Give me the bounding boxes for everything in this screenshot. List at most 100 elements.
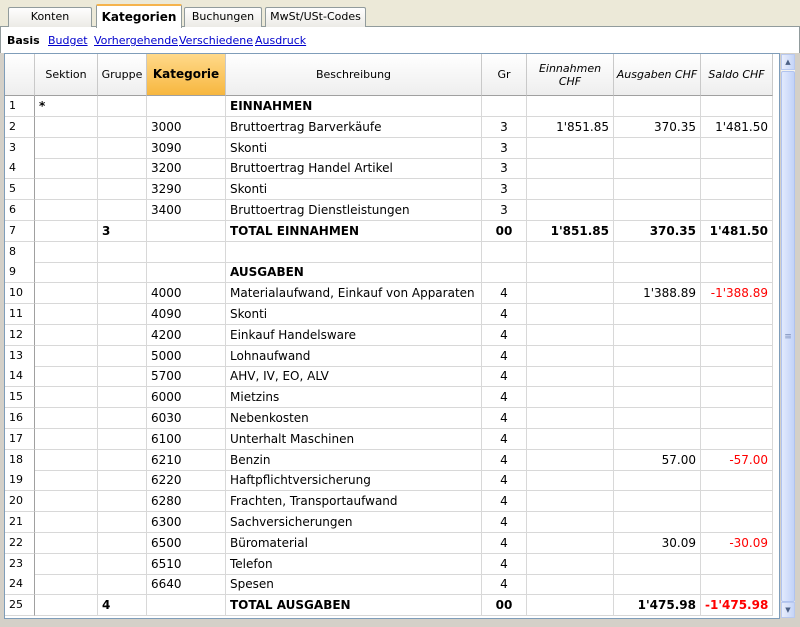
cell-einnahmen[interactable] bbox=[527, 96, 614, 117]
cell-saldo[interactable]: 1'481.50 bbox=[701, 220, 773, 242]
cell-saldo[interactable]: 1'481.50 bbox=[701, 116, 773, 138]
cell-gruppe[interactable] bbox=[98, 574, 147, 596]
header-rownum[interactable] bbox=[5, 54, 35, 96]
row-number[interactable]: 23 bbox=[5, 553, 35, 575]
tab-kategorien[interactable]: Kategorien bbox=[96, 4, 182, 28]
cell-beschreibung[interactable]: Telefon bbox=[226, 553, 482, 575]
cell-saldo[interactable] bbox=[701, 304, 773, 325]
cell-gruppe[interactable] bbox=[98, 449, 147, 471]
cell-ausgaben[interactable] bbox=[614, 428, 701, 450]
scroll-down-icon[interactable]: ▼ bbox=[781, 602, 795, 618]
cell-gr[interactable]: 4 bbox=[482, 387, 527, 409]
cell-ausgaben[interactable] bbox=[614, 200, 701, 221]
cell-sektion[interactable] bbox=[35, 470, 98, 492]
cell-gruppe[interactable] bbox=[98, 470, 147, 492]
cell-ausgaben[interactable]: 370.35 bbox=[614, 116, 701, 138]
cell-gruppe[interactable] bbox=[98, 345, 147, 367]
cell-ausgaben[interactable]: 57.00 bbox=[614, 449, 701, 471]
header-gruppe[interactable]: Gruppe bbox=[98, 54, 147, 96]
cell-kategorie[interactable]: 6100 bbox=[147, 428, 226, 450]
row-number[interactable]: 18 bbox=[5, 449, 35, 471]
cell-gr[interactable]: 4 bbox=[482, 428, 527, 450]
cell-ausgaben[interactable] bbox=[614, 491, 701, 513]
header-kategorie[interactable]: Kategorie bbox=[147, 54, 226, 96]
row-number[interactable]: 1 bbox=[5, 96, 35, 117]
cell-gr[interactable]: 4 bbox=[482, 512, 527, 533]
cell-kategorie[interactable]: 3200 bbox=[147, 158, 226, 180]
cell-gruppe[interactable] bbox=[98, 179, 147, 201]
cell-kategorie[interactable]: 3090 bbox=[147, 137, 226, 159]
cell-ausgaben[interactable]: 1'388.89 bbox=[614, 283, 701, 305]
cell-gr[interactable]: 4 bbox=[482, 345, 527, 367]
cell-beschreibung[interactable]: Lohnaufwand bbox=[226, 345, 482, 367]
cell-sektion[interactable] bbox=[35, 491, 98, 513]
cell-sektion[interactable] bbox=[35, 553, 98, 575]
row-number[interactable]: 4 bbox=[5, 158, 35, 180]
cell-kategorie[interactable]: 5700 bbox=[147, 366, 226, 388]
cell-kategorie[interactable]: 6640 bbox=[147, 574, 226, 596]
row-number[interactable]: 5 bbox=[5, 179, 35, 201]
cell-beschreibung[interactable]: Skonti bbox=[226, 137, 482, 159]
cell-gruppe[interactable] bbox=[98, 200, 147, 221]
cell-ausgaben[interactable] bbox=[614, 345, 701, 367]
cell-beschreibung[interactable]: AHV, IV, EO, ALV bbox=[226, 366, 482, 388]
cell-einnahmen[interactable] bbox=[527, 387, 614, 409]
cell-gr[interactable]: 3 bbox=[482, 200, 527, 221]
row-number[interactable]: 2 bbox=[5, 116, 35, 138]
cell-einnahmen[interactable] bbox=[527, 553, 614, 575]
cell-gruppe[interactable] bbox=[98, 324, 147, 346]
cell-sektion[interactable] bbox=[35, 241, 98, 263]
cell-kategorie[interactable] bbox=[147, 262, 226, 284]
cell-gr[interactable]: 4 bbox=[482, 304, 527, 325]
cell-gruppe[interactable] bbox=[98, 532, 147, 554]
cell-gr[interactable]: 3 bbox=[482, 158, 527, 180]
row-number[interactable]: 16 bbox=[5, 408, 35, 429]
cell-saldo[interactable] bbox=[701, 470, 773, 492]
cell-beschreibung[interactable]: Materialaufwand, Einkauf von Apparaten bbox=[226, 283, 482, 305]
cell-beschreibung[interactable]: AUSGABEN bbox=[226, 262, 482, 284]
cell-sektion[interactable] bbox=[35, 408, 98, 429]
header-gr[interactable]: Gr bbox=[482, 54, 527, 96]
cell-gruppe[interactable] bbox=[98, 158, 147, 180]
cell-einnahmen[interactable] bbox=[527, 366, 614, 388]
cell-einnahmen[interactable]: 1'851.85 bbox=[527, 220, 614, 242]
cell-saldo[interactable] bbox=[701, 428, 773, 450]
cell-beschreibung[interactable] bbox=[226, 241, 482, 263]
row-number[interactable]: 19 bbox=[5, 470, 35, 492]
cell-ausgaben[interactable] bbox=[614, 262, 701, 284]
cell-gruppe[interactable] bbox=[98, 262, 147, 284]
row-number[interactable]: 20 bbox=[5, 491, 35, 513]
cell-gr[interactable]: 4 bbox=[482, 574, 527, 596]
cell-ausgaben[interactable] bbox=[614, 324, 701, 346]
cell-gruppe[interactable] bbox=[98, 408, 147, 429]
cell-einnahmen[interactable] bbox=[527, 158, 614, 180]
cell-einnahmen[interactable] bbox=[527, 574, 614, 596]
cell-gr[interactable]: 00 bbox=[482, 595, 527, 617]
cell-einnahmen[interactable] bbox=[527, 470, 614, 492]
cell-gruppe[interactable] bbox=[98, 283, 147, 305]
row-number[interactable]: 25 bbox=[5, 595, 35, 617]
cell-saldo[interactable] bbox=[701, 345, 773, 367]
row-number[interactable]: 8 bbox=[5, 241, 35, 263]
row-number[interactable]: 6 bbox=[5, 200, 35, 221]
cell-ausgaben[interactable] bbox=[614, 387, 701, 409]
row-number[interactable]: 9 bbox=[5, 262, 35, 284]
cell-gr[interactable] bbox=[482, 241, 527, 263]
cell-gr[interactable] bbox=[482, 262, 527, 284]
cell-saldo[interactable]: -1'475.98 bbox=[701, 595, 773, 617]
cell-sektion[interactable]: * bbox=[35, 96, 98, 117]
cell-ausgaben[interactable]: 1'475.98 bbox=[614, 595, 701, 617]
cell-saldo[interactable] bbox=[701, 96, 773, 117]
cell-einnahmen[interactable] bbox=[527, 262, 614, 284]
scroll-thumb[interactable]: ≡ bbox=[781, 71, 795, 602]
cell-ausgaben[interactable] bbox=[614, 512, 701, 533]
row-number[interactable]: 14 bbox=[5, 366, 35, 388]
row-number[interactable]: 7 bbox=[5, 220, 35, 242]
vertical-scrollbar[interactable]: ▲ ≡ ▼ bbox=[780, 53, 796, 619]
view-ausdruck[interactable]: Ausdruck bbox=[255, 34, 306, 47]
row-number[interactable]: 3 bbox=[5, 137, 35, 159]
cell-gr[interactable]: 4 bbox=[482, 491, 527, 513]
cell-beschreibung[interactable]: Bruttoertrag Handel Artikel bbox=[226, 158, 482, 180]
cell-ausgaben[interactable] bbox=[614, 241, 701, 263]
cell-sektion[interactable] bbox=[35, 366, 98, 388]
